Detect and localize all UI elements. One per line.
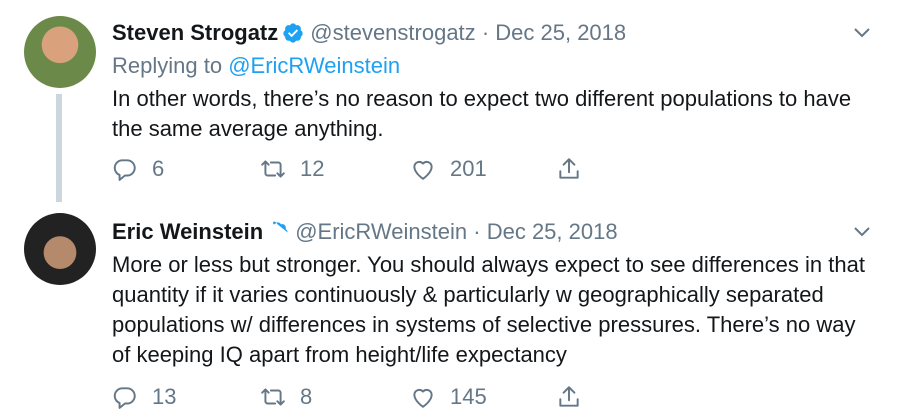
retweet-icon: [261, 160, 285, 178]
retweet-button[interactable]: 8: [260, 382, 312, 412]
avatar[interactable]: [24, 16, 96, 88]
tweet-date[interactable]: Dec 25, 2018: [487, 219, 618, 244]
author-name[interactable]: Steven Strogatz: [112, 20, 278, 45]
share-icon: [559, 386, 579, 407]
tweet-header: Eric Weinstein @EricRWeinstein · Dec 25, …: [112, 219, 618, 249]
chevron-down-icon[interactable]: [850, 20, 874, 44]
reply-button[interactable]: 13: [112, 382, 176, 412]
author-handle[interactable]: @stevenstrogatz: [310, 20, 475, 45]
reply-icon: [113, 387, 136, 409]
author-handle[interactable]: @EricRWeinstein: [295, 219, 467, 244]
retweet-count: 8: [300, 384, 313, 409]
replying-to: Replying to @EricRWeinstein: [112, 53, 400, 79]
separator: ·: [473, 219, 481, 244]
reply-count: 13: [152, 384, 177, 409]
share-button[interactable]: [556, 154, 582, 184]
heart-icon: [413, 389, 433, 408]
tweet-date[interactable]: Dec 25, 2018: [495, 20, 626, 45]
reply-button[interactable]: 6: [112, 154, 164, 184]
author-name[interactable]: Eric Weinstein: [112, 219, 263, 244]
heart-icon: [413, 161, 433, 180]
avatar[interactable]: [24, 213, 96, 285]
tweet-text: In other words, there’s no reason to exp…: [112, 86, 852, 141]
replying-to-link[interactable]: @EricRWeinstein: [228, 53, 400, 78]
like-count: 145: [450, 384, 487, 409]
replying-prefix: Replying to: [112, 53, 223, 78]
tweet-text: More or less but stronger. You should al…: [112, 252, 865, 367]
separator: ·: [481, 20, 490, 45]
tweet-weinstein[interactable]: Eric Weinstein @EricRWeinstein · Dec 25, …: [0, 202, 898, 416]
reply-count: 6: [152, 156, 165, 181]
verified-badge-icon: [267, 221, 289, 249]
like-button[interactable]: 201: [410, 154, 487, 184]
tweet-header: Steven Strogatz @stevenstrogatz · Dec 25,…: [112, 20, 626, 50]
like-button[interactable]: 145: [410, 382, 487, 412]
retweet-icon: [261, 388, 285, 406]
chevron-down-icon[interactable]: [850, 219, 874, 243]
verified-badge-icon: [282, 22, 304, 50]
like-count: 201: [450, 156, 487, 181]
retweet-button[interactable]: 12: [260, 154, 324, 184]
reply-icon: [113, 159, 136, 181]
share-button[interactable]: [556, 382, 582, 412]
retweet-count: 12: [300, 156, 325, 181]
share-icon: [559, 158, 579, 179]
tweet-strogatz[interactable]: Steven Strogatz @stevenstrogatz · Dec 25,…: [0, 0, 898, 202]
thread-line: [56, 94, 62, 202]
